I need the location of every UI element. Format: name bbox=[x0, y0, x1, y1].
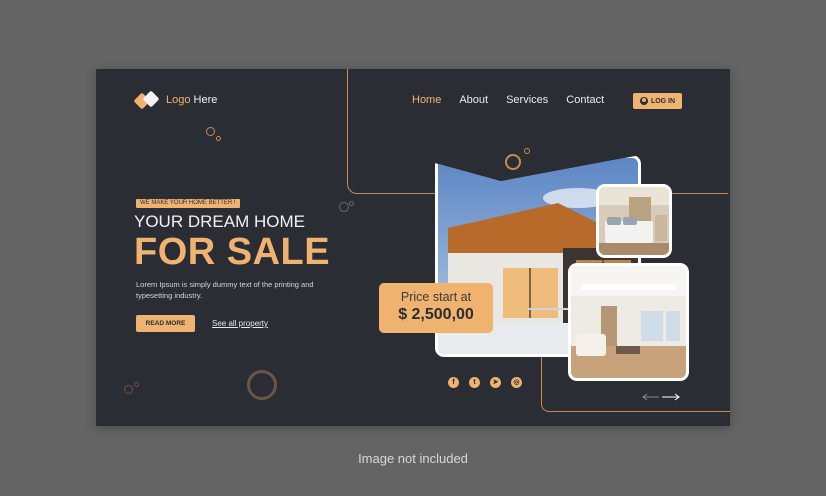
price-value: $ 2,500,00 bbox=[398, 306, 474, 323]
logo[interactable]: Logo Here bbox=[133, 90, 218, 110]
ring-decoration bbox=[524, 148, 530, 154]
living-room-illustration bbox=[571, 266, 686, 378]
arrow-left-icon[interactable] bbox=[642, 393, 659, 401]
hero-tag: WE MAKE YOUR HOME BETTER ! bbox=[136, 199, 240, 208]
bedroom-photo bbox=[596, 184, 672, 258]
bedroom-photo-image bbox=[599, 187, 669, 255]
logo-text: Logo Here bbox=[166, 94, 218, 106]
login-button[interactable]: LOG IN bbox=[633, 93, 682, 109]
login-label: LOG IN bbox=[650, 97, 676, 105]
bedroom-illustration bbox=[599, 187, 669, 255]
hero-headline: YOUR DREAM HOME bbox=[134, 212, 305, 231]
ring-decoration bbox=[349, 201, 354, 206]
hero-description: Lorem Ipsum is simply dummy text of the … bbox=[136, 280, 314, 300]
social-links: f t ➤ ◎ bbox=[448, 377, 522, 388]
ring-decoration bbox=[134, 382, 139, 387]
main-nav: Home About Services Contact bbox=[412, 94, 604, 106]
price-badge: Price start at $ 2,500,00 bbox=[379, 283, 493, 333]
slider-arrows[interactable] bbox=[642, 392, 680, 402]
nav-contact[interactable]: Contact bbox=[566, 94, 604, 106]
instagram-icon[interactable]: ◎ bbox=[511, 377, 522, 388]
image-caption: Image not included bbox=[358, 451, 468, 466]
nav-services[interactable]: Services bbox=[506, 94, 548, 106]
facebook-icon[interactable]: f bbox=[448, 377, 459, 388]
nav-home[interactable]: Home bbox=[412, 94, 441, 106]
telegram-icon[interactable]: ➤ bbox=[490, 377, 501, 388]
living-room-photo bbox=[568, 263, 689, 381]
twitter-icon[interactable]: t bbox=[469, 377, 480, 388]
nav-about[interactable]: About bbox=[459, 94, 488, 106]
user-icon bbox=[639, 97, 648, 105]
see-all-link[interactable]: See all property bbox=[212, 319, 268, 328]
read-more-button[interactable]: READ MORE bbox=[136, 315, 195, 332]
price-label: Price start at bbox=[400, 290, 472, 304]
ring-decoration bbox=[505, 154, 521, 170]
living-room-photo-image bbox=[571, 266, 686, 378]
ring-decoration bbox=[124, 385, 133, 394]
arrow-right-icon[interactable] bbox=[662, 393, 680, 401]
logo-icon bbox=[133, 90, 160, 110]
ring-decoration bbox=[216, 136, 221, 141]
ring-decoration bbox=[339, 202, 349, 212]
ring-decoration bbox=[206, 127, 215, 136]
landing-page-card: Logo Here Home About Services Contact LO… bbox=[96, 69, 730, 426]
ring-decoration bbox=[247, 370, 277, 400]
hero-title: FOR SALE bbox=[134, 231, 331, 273]
